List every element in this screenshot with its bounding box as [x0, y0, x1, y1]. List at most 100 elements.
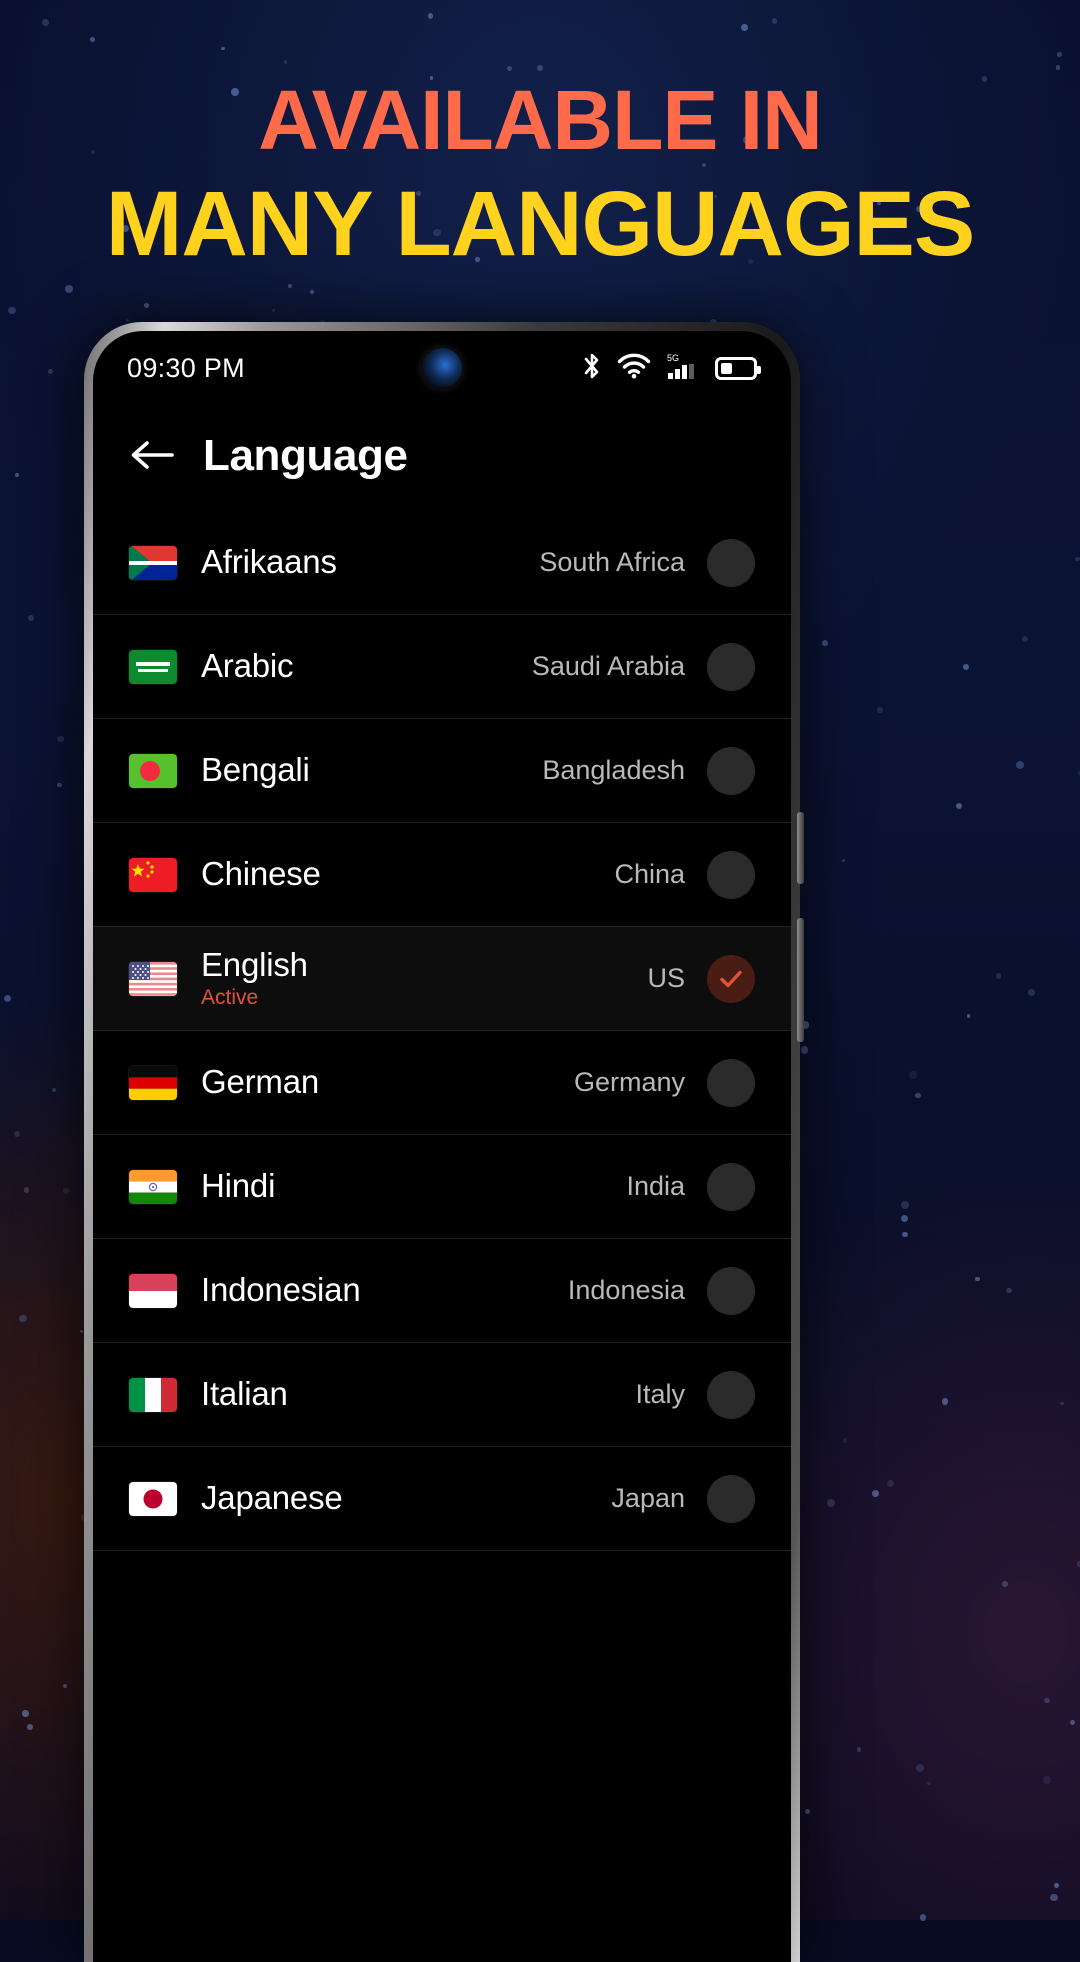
flag-icon-jp: [129, 1481, 177, 1516]
star-dot: [1006, 1288, 1012, 1294]
flag-icon-id: [129, 1273, 177, 1308]
language-name: German: [201, 1063, 320, 1101]
language-row-afrikaans[interactable]: Afrikaans South Africa: [93, 511, 791, 615]
radio-button[interactable]: [707, 642, 755, 691]
language-row-arabic[interactable]: Arabic Saudi Arabia: [93, 615, 791, 719]
star-dot: [927, 1781, 931, 1786]
battery-icon: [715, 356, 761, 380]
country-name: Bangladesh: [542, 755, 685, 785]
star-dot: [1075, 556, 1080, 562]
language-row-german[interactable]: German Germany: [93, 1031, 791, 1135]
star-dot: [283, 60, 288, 64]
radio-button[interactable]: [707, 850, 755, 899]
country-name: Germany: [573, 1067, 685, 1097]
radio-button[interactable]: [707, 1162, 755, 1211]
radio-button[interactable]: [707, 1266, 755, 1315]
star-dot: [843, 1438, 848, 1443]
star-dot: [915, 1763, 924, 1772]
star-dot: [63, 1188, 69, 1194]
radio-button[interactable]: [707, 1058, 755, 1107]
language-label-group: English Active: [201, 945, 308, 1010]
phone-power-button[interactable]: [797, 812, 804, 884]
star-dot: [962, 664, 969, 671]
language-label-group: German: [201, 1063, 320, 1101]
star-dot: [822, 640, 828, 646]
star-dot: [506, 66, 512, 72]
star-dot: [871, 1489, 879, 1497]
star-dot: [1056, 51, 1062, 57]
check-icon-selected[interactable]: [707, 954, 755, 1003]
language-name: Arabic: [201, 647, 294, 685]
star-dot: [8, 306, 16, 315]
signal-5g-icon: 5G: [666, 351, 700, 386]
language-label-group: Bengali: [201, 751, 310, 789]
star-dot: [14, 472, 19, 477]
country-name: India: [626, 1171, 685, 1201]
language-row-japanese[interactable]: Japanese Japan: [93, 1447, 791, 1551]
language-name: English: [201, 945, 308, 983]
flag-icon-bd: [129, 753, 177, 788]
star-dot: [1043, 1697, 1050, 1704]
star-dot: [90, 37, 96, 43]
phone-screen: 09:30 PM 5G Language Afrikaans South Afr…: [93, 331, 791, 1962]
country-name: Saudi Arabia: [531, 651, 685, 681]
star-dot: [995, 973, 1002, 979]
star-dot: [64, 285, 73, 294]
star-dot: [57, 782, 62, 788]
star-dot: [1053, 1882, 1059, 1888]
radio-button[interactable]: [707, 1370, 755, 1419]
flag-icon-sa: [129, 649, 177, 684]
bluetooth-icon: [582, 351, 602, 386]
star-dot: [42, 19, 50, 27]
flag-icon-za: [129, 545, 177, 580]
active-status-label: Active: [201, 986, 259, 1010]
country-name: Italy: [635, 1379, 685, 1409]
radio-button[interactable]: [707, 746, 755, 795]
flag-icon-de: [129, 1065, 177, 1100]
language-row-chinese[interactable]: Chinese China: [93, 823, 791, 927]
star-dot: [841, 858, 845, 863]
language-row-indonesian[interactable]: Indonesian Indonesia: [93, 1239, 791, 1343]
star-dot: [966, 1013, 971, 1018]
headline-line-1: AVAILABLE IN: [258, 73, 823, 167]
language-row-english[interactable]: ★ English Active US: [93, 927, 791, 1031]
language-label-group: Arabic: [201, 647, 294, 685]
language-list[interactable]: Afrikaans South Africa Arabic Saudi Arabia B…: [93, 511, 791, 1551]
star-dot: [48, 368, 54, 374]
star-dot: [1027, 989, 1035, 996]
star-dot: [1043, 1775, 1052, 1784]
star-dot: [13, 1131, 20, 1138]
star-dot: [427, 13, 434, 19]
flag-icon-it: [129, 1377, 177, 1412]
country-name: Indonesia: [567, 1275, 685, 1305]
star-dot: [23, 1187, 30, 1193]
svg-text:5G: 5G: [667, 353, 679, 363]
star-dot: [57, 736, 64, 743]
language-label-group: Chinese: [201, 856, 321, 893]
language-row-bengali[interactable]: Bengali Bangladesh: [93, 719, 791, 823]
star-dot: [1016, 760, 1024, 769]
radio-button[interactable]: [707, 1474, 755, 1523]
language-row-italian[interactable]: Italian Italy: [93, 1343, 791, 1447]
star-dot: [956, 803, 963, 810]
star-dot: [537, 65, 543, 71]
star-dot: [800, 1046, 809, 1054]
star-dot: [125, 319, 130, 323]
star-dot: [143, 302, 150, 309]
star-dot: [1069, 1719, 1076, 1726]
back-arrow-icon[interactable]: [129, 438, 175, 474]
language-row-hindi[interactable]: Hindi India: [93, 1135, 791, 1239]
page-title: Language: [203, 431, 408, 480]
country-name: US: [647, 963, 685, 993]
language-label-group: Japanese: [201, 1480, 343, 1517]
status-clock: 09:30 PM: [127, 352, 245, 383]
language-name: Bengali: [201, 751, 310, 789]
radio-button[interactable]: [707, 538, 755, 587]
phone-volume-button[interactable]: [797, 918, 804, 1042]
language-label-group: Hindi: [201, 1168, 275, 1205]
star-dot: [1001, 1581, 1008, 1587]
language-label-group: Italian: [201, 1376, 288, 1413]
star-dot: [62, 1684, 67, 1689]
country-name: China: [614, 859, 685, 889]
star-dot: [28, 614, 34, 621]
